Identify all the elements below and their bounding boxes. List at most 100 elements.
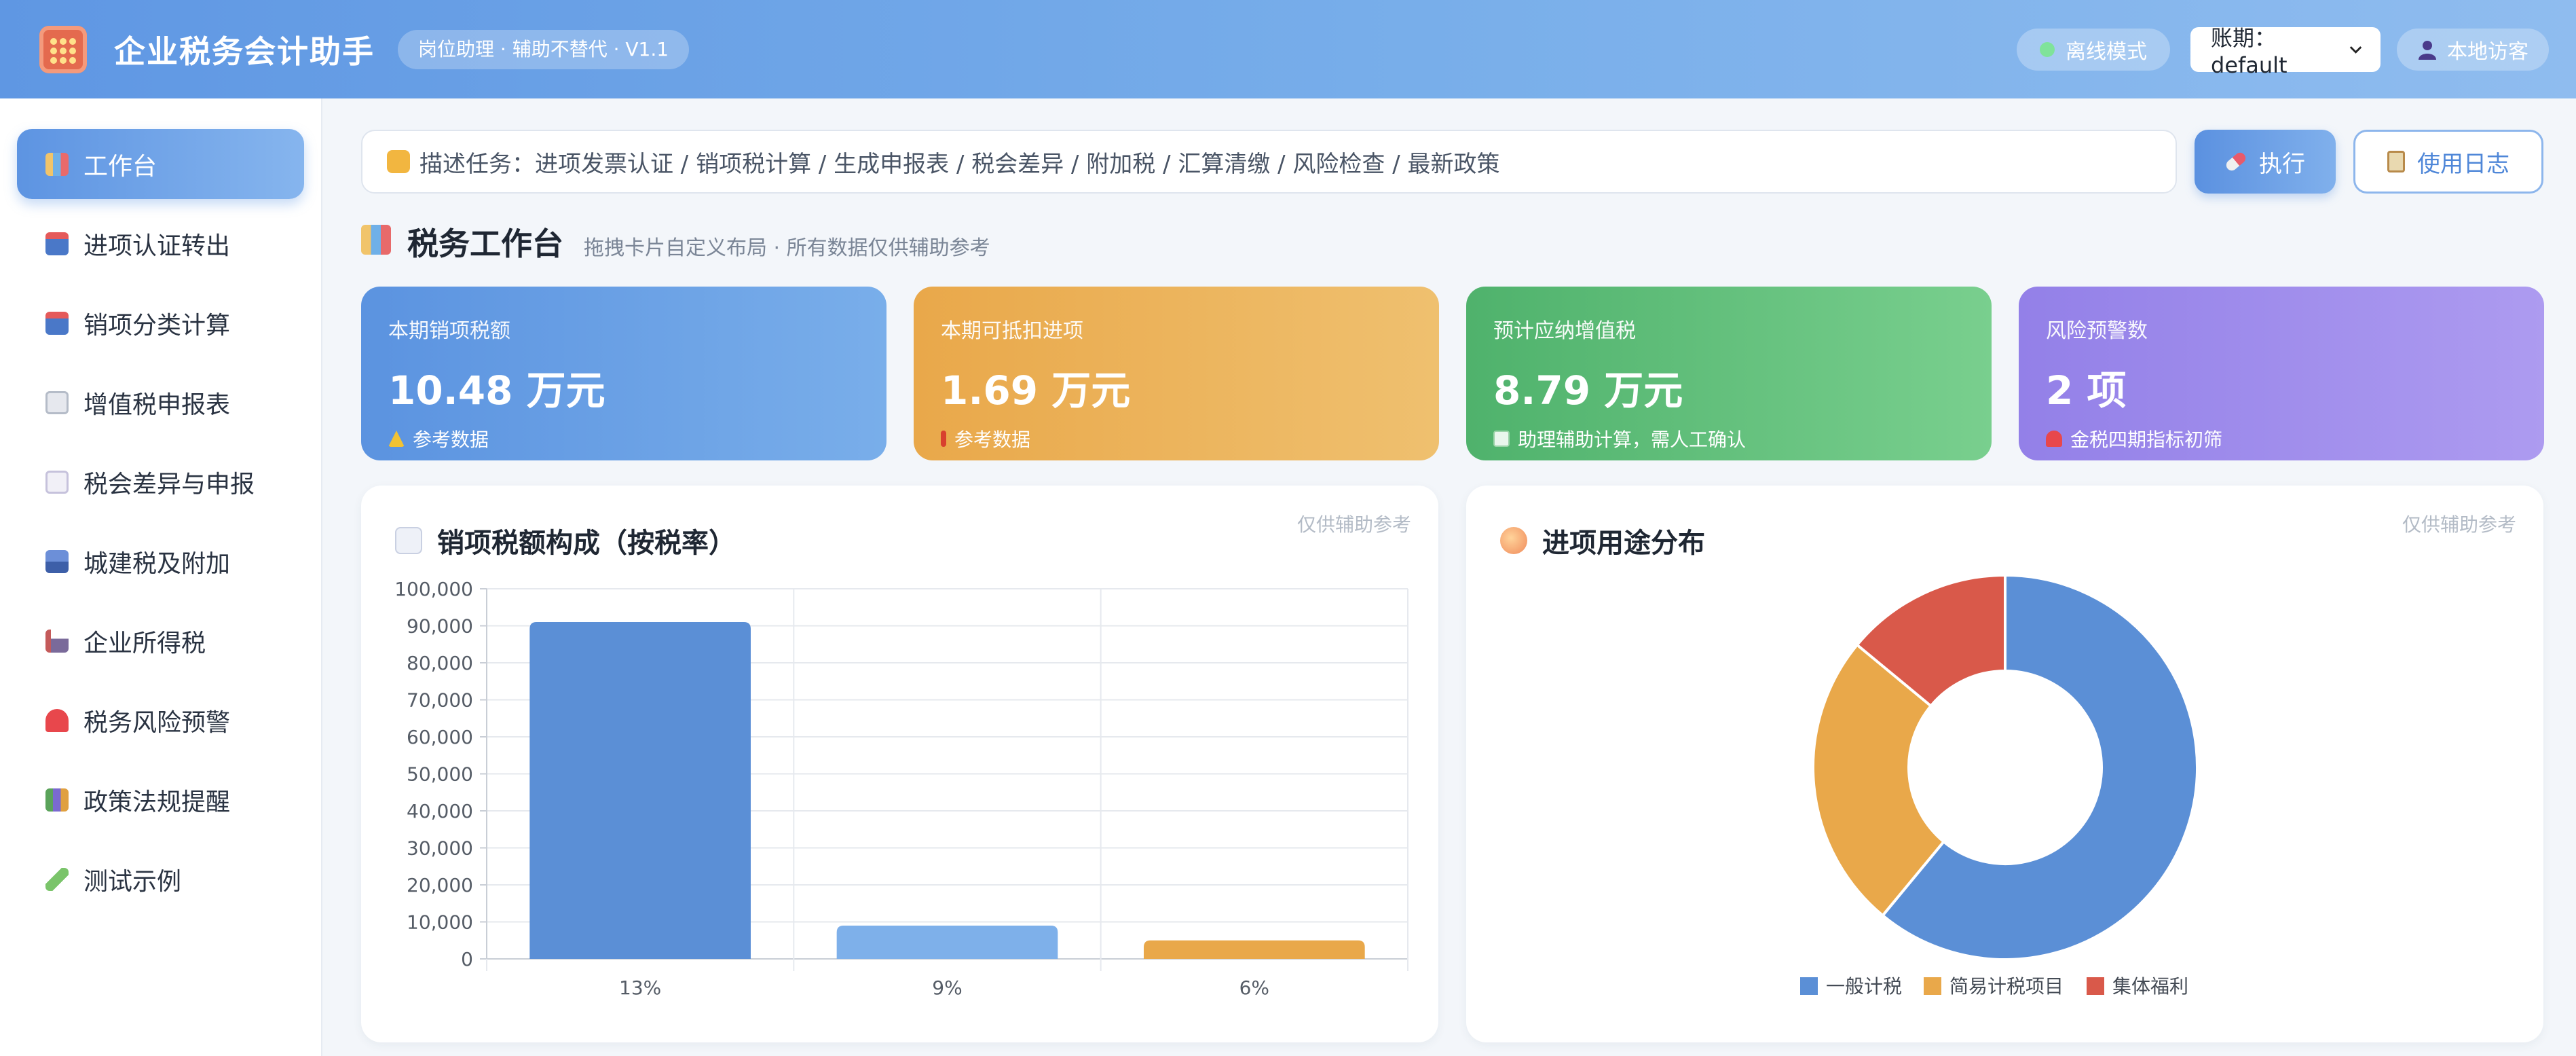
sidebar-item-label: 税会差异与申报 xyxy=(83,470,255,498)
app-title: 企业税务会计助手 xyxy=(114,33,375,70)
section-header: 税务工作台 拖拽卡片自定义布局 · 所有数据仅供辅助参考 xyxy=(361,219,990,264)
sidebar-item-label: 测试示例 xyxy=(83,867,182,896)
books-icon xyxy=(45,788,69,812)
legend-swatch xyxy=(2087,977,2104,995)
kpi-label: 本期可抵扣进项 xyxy=(941,319,1083,343)
kpi-card-deductible-input[interactable]: 本期可抵扣进项 1.69 万元 参考数据 xyxy=(914,287,1439,460)
kpi-row: 本期销项税额 10.48 万元 参考数据 本期可抵扣进项 1.69 万元 参考数… xyxy=(361,287,2544,460)
donut-chart: 一般计税 简易计税项目 集体福利 xyxy=(1800,573,2199,998)
task-input[interactable]: 描述任务：进项发票认证 / 销项税计算 / 生成申报表 / 税会差异 / 附加税… xyxy=(361,130,2177,194)
period-select[interactable]: 账期：default xyxy=(2190,25,2381,78)
y-tick-label: 60,000 xyxy=(407,726,473,748)
warning-icon xyxy=(388,431,405,447)
abacus-icon xyxy=(39,25,87,73)
y-tick-label: 90,000 xyxy=(407,615,473,638)
kpi-note-text: 参考数据 xyxy=(954,429,1031,451)
writing-hand-icon xyxy=(387,150,410,173)
clipboard-icon xyxy=(2387,151,2405,172)
legend-label[interactable]: 一般计税 xyxy=(1826,975,1902,998)
alarm-light-icon xyxy=(45,708,69,732)
status-dot-icon xyxy=(2040,41,2055,57)
kpi-value: 8.79 万元 xyxy=(1493,367,1683,414)
kpi-note-text: 助理辅助计算，需人工确认 xyxy=(1518,429,1747,451)
kpi-value: 2 项 xyxy=(2046,367,2127,414)
x-tick-label: 6% xyxy=(1239,977,1269,999)
sidebar-item-label: 税务风险预警 xyxy=(83,708,231,737)
sidebar-nav: 工作台 进项认证转出 销项分类计算 增值税申报表 税会差异与申报 城建税及附加 … xyxy=(0,98,322,1056)
outbox-tray-icon xyxy=(45,311,69,335)
sidebar-item-label: 政策法规提醒 xyxy=(83,788,231,816)
pie-chart-card[interactable]: 进项用途分布 仅供辅助参考 一般计税 简易计税项目 集体福利 xyxy=(1466,486,2543,1042)
kpi-note: 金税四期指标初筛 xyxy=(2046,425,2544,452)
test-tube-icon xyxy=(45,867,69,891)
sidebar-item-label: 增值税申报表 xyxy=(83,390,231,419)
y-tick-label: 80,000 xyxy=(407,652,473,674)
user-icon xyxy=(2419,40,2436,60)
kpi-note: 参考数据 xyxy=(388,425,886,452)
legend-label[interactable]: 简易计税项目 xyxy=(1949,975,2064,998)
sidebar-item-test-examples[interactable]: 测试示例 xyxy=(17,844,304,914)
bar[interactable] xyxy=(836,925,1058,959)
sidebar-item-label: 销项分类计算 xyxy=(83,311,231,340)
command-bar: 描述任务：进项发票认证 / 销项税计算 / 生成申报表 / 税会差异 / 附加税… xyxy=(361,130,2543,194)
sidebar-item-policy-reminder[interactable]: 政策法规提醒 xyxy=(17,765,304,835)
kpi-note: 参考数据 xyxy=(941,425,1439,452)
kpi-label: 本期销项税额 xyxy=(388,319,510,343)
sidebar-item-vat-return[interactable]: 增值税申报表 xyxy=(17,367,304,437)
kpi-label: 风险预警数 xyxy=(2046,319,2148,343)
y-tick-label: 20,000 xyxy=(407,874,473,896)
y-tick-label: 40,000 xyxy=(407,800,473,822)
x-tick-label: 9% xyxy=(932,977,962,999)
task-input-placeholder: 描述任务：进项发票认证 / 销项税计算 / 生成申报表 / 税会差异 / 附加税… xyxy=(419,150,1500,178)
sidebar-item-input-certification[interactable]: 进项认证转出 xyxy=(17,208,304,278)
bar[interactable] xyxy=(529,622,751,959)
document-icon xyxy=(45,470,69,494)
cityscape-icon xyxy=(45,549,69,573)
kpi-label: 预计应纳增值税 xyxy=(1493,319,1636,343)
section-subtitle: 拖拽卡片自定义布局 · 所有数据仅供辅助参考 xyxy=(584,236,990,260)
offline-mode-indicator[interactable]: 离线模式 xyxy=(2017,28,2170,71)
sidebar-item-urban-construction-tax[interactable]: 城建税及附加 xyxy=(17,526,304,596)
sidebar-item-label: 进项认证转出 xyxy=(83,232,231,260)
exclamation-icon xyxy=(941,431,946,447)
chevron-down-icon xyxy=(2349,45,2362,54)
sidebar-item-workbench[interactable]: 工作台 xyxy=(17,129,304,199)
bar-chart-icon xyxy=(361,225,391,255)
checkbox-checked-icon xyxy=(1493,431,1510,447)
kpi-card-vat-payable[interactable]: 预计应纳增值税 8.79 万元 助理辅助计算，需人工确认 xyxy=(1466,287,1992,460)
sidebar-item-tax-accounting-diff[interactable]: 税会差异与申报 xyxy=(17,447,304,517)
kpi-note: 助理辅助计算，需人工确认 xyxy=(1493,425,1992,452)
x-tick-label: 13% xyxy=(619,977,661,999)
sidebar-item-risk-warning[interactable]: 税务风险预警 xyxy=(17,685,304,755)
y-tick-label: 100,000 xyxy=(394,578,473,600)
alarm-light-icon xyxy=(2046,431,2062,447)
app-header: 企业税务会计助手 岗位助理 · 辅助不替代 · V1.1 离线模式 账期：def… xyxy=(0,0,2576,98)
legend-label[interactable]: 集体福利 xyxy=(2112,975,2188,998)
y-tick-label: 70,000 xyxy=(407,689,473,712)
user-menu[interactable]: 本地访客 xyxy=(2397,28,2549,71)
kpi-note-text: 金税四期指标初筛 xyxy=(2070,429,2223,451)
y-tick-label: 30,000 xyxy=(407,837,473,860)
usage-log-button-label: 使用日志 xyxy=(2417,150,2509,178)
sidebar-item-corporate-income-tax[interactable]: 企业所得税 xyxy=(17,606,304,676)
y-tick-label: 50,000 xyxy=(407,763,473,786)
sidebar-item-label: 工作台 xyxy=(83,152,157,181)
kpi-note-text: 参考数据 xyxy=(413,429,489,451)
bar-chart-icon xyxy=(45,152,69,176)
bar[interactable] xyxy=(1143,940,1365,959)
bar-chart-card[interactable]: 销项税额构成（按税率） 仅供辅助参考 0 10,000 20,000 30,000 40… xyxy=(361,486,1438,1042)
receipt-icon xyxy=(45,390,69,414)
legend-swatch xyxy=(1924,977,1941,995)
execute-button[interactable]: 执行 xyxy=(2195,130,2336,194)
y-tick-label: 10,000 xyxy=(407,911,473,934)
execute-button-label: 执行 xyxy=(2259,150,2305,178)
pill-icon xyxy=(2224,150,2248,173)
kpi-card-risk-count[interactable]: 风险预警数 2 项 金税四期指标初筛 xyxy=(2019,287,2544,460)
usage-log-button[interactable]: 使用日志 xyxy=(2353,130,2543,194)
section-title: 税务工作台 xyxy=(407,225,563,262)
y-tick-label: 0 xyxy=(461,948,473,970)
kpi-card-output-tax[interactable]: 本期销项税额 10.48 万元 参考数据 xyxy=(361,287,886,460)
sidebar-item-output-calculation[interactable]: 销项分类计算 xyxy=(17,288,304,358)
user-label: 本地访客 xyxy=(2447,39,2528,64)
sidebar-item-label: 企业所得税 xyxy=(83,629,206,657)
